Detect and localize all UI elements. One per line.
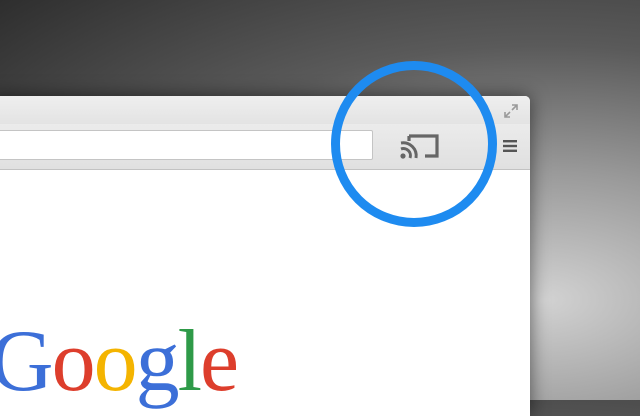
browser-window: Google (0, 96, 530, 416)
title-bar (0, 96, 530, 124)
omnibox[interactable] (0, 130, 373, 160)
logo-letter: o (51, 313, 96, 410)
cast-button[interactable] (398, 131, 444, 161)
browser-toolbar (0, 124, 530, 170)
logo-letter: g (135, 313, 180, 410)
fullscreen-button[interactable] (502, 102, 520, 120)
hamburger-menu-icon (503, 140, 517, 152)
logo-letter: l (177, 313, 202, 410)
logo-letter: e (200, 313, 239, 410)
logo-letter: o (93, 313, 138, 410)
logo-letter: G (0, 313, 54, 410)
address-input[interactable] (0, 131, 372, 159)
menu-button[interactable] (500, 136, 520, 156)
page-content: Google (0, 170, 530, 416)
cast-icon (400, 134, 439, 159)
google-logo: Google (0, 318, 239, 406)
fullscreen-arrows-icon (504, 104, 518, 118)
